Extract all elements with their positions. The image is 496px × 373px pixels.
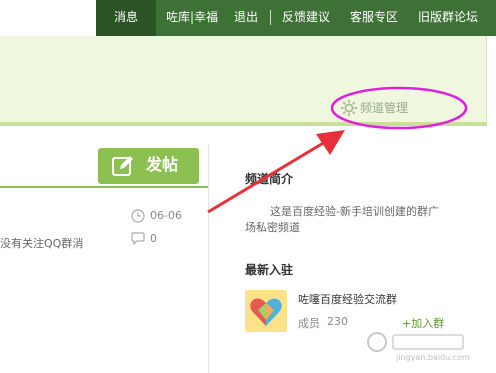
post-date: 06-06 <box>150 209 182 222</box>
tab-underline <box>0 186 208 188</box>
join-group-button[interactable]: +加入群 <box>402 315 444 331</box>
channel-management-label: 频道管理 <box>360 101 409 115</box>
channel-intro-title: 频道简介 <box>245 172 294 186</box>
nav-item-support[interactable]: 客服专区 <box>350 0 398 36</box>
member-count: 230 <box>327 315 348 328</box>
group-name[interactable]: 咗噻百度经验交流群 <box>298 291 397 307</box>
top-nav: 消息 咗库|幸福 退出 反馈建议 客服专区 旧版群论坛 <box>96 0 496 36</box>
nav-item-old-forum[interactable]: 旧版群论坛 <box>418 0 478 36</box>
nav-item-logout[interactable]: 退出 <box>234 0 258 36</box>
nav-item-messages[interactable]: 消息 <box>96 0 156 36</box>
member-label: 成员 <box>298 317 320 330</box>
channel-intro-text-line2: 场私密频道 <box>245 221 300 234</box>
gear-icon <box>340 99 358 117</box>
new-members-title: 最新入驻 <box>245 263 294 277</box>
comment-icon <box>131 232 145 245</box>
new-post-button[interactable]: 发帖 <box>98 148 199 184</box>
channel-intro-text-line1: 这是百度经验-新手培训创建的群广 <box>270 205 439 218</box>
nav-item-feedback[interactable]: 反馈建议 <box>282 0 330 36</box>
post-snippet[interactable]: 没有关注QQ群消 <box>0 235 83 251</box>
baidu-watermark-logo <box>367 332 464 352</box>
clock-icon <box>131 209 145 223</box>
nav-item-user[interactable]: 咗库|幸福 <box>166 0 218 36</box>
reply-count: 0 <box>150 232 157 245</box>
edit-icon <box>112 156 133 176</box>
nav-divider <box>270 10 271 25</box>
watermark-text: jingyan.baidu.com <box>396 353 470 362</box>
channel-management-link[interactable]: 频道管理 <box>340 98 409 118</box>
heart-logo-icon <box>250 298 282 326</box>
group-avatar[interactable] <box>245 290 287 332</box>
new-post-label: 发帖 <box>146 155 179 174</box>
channel-banner <box>0 36 487 126</box>
